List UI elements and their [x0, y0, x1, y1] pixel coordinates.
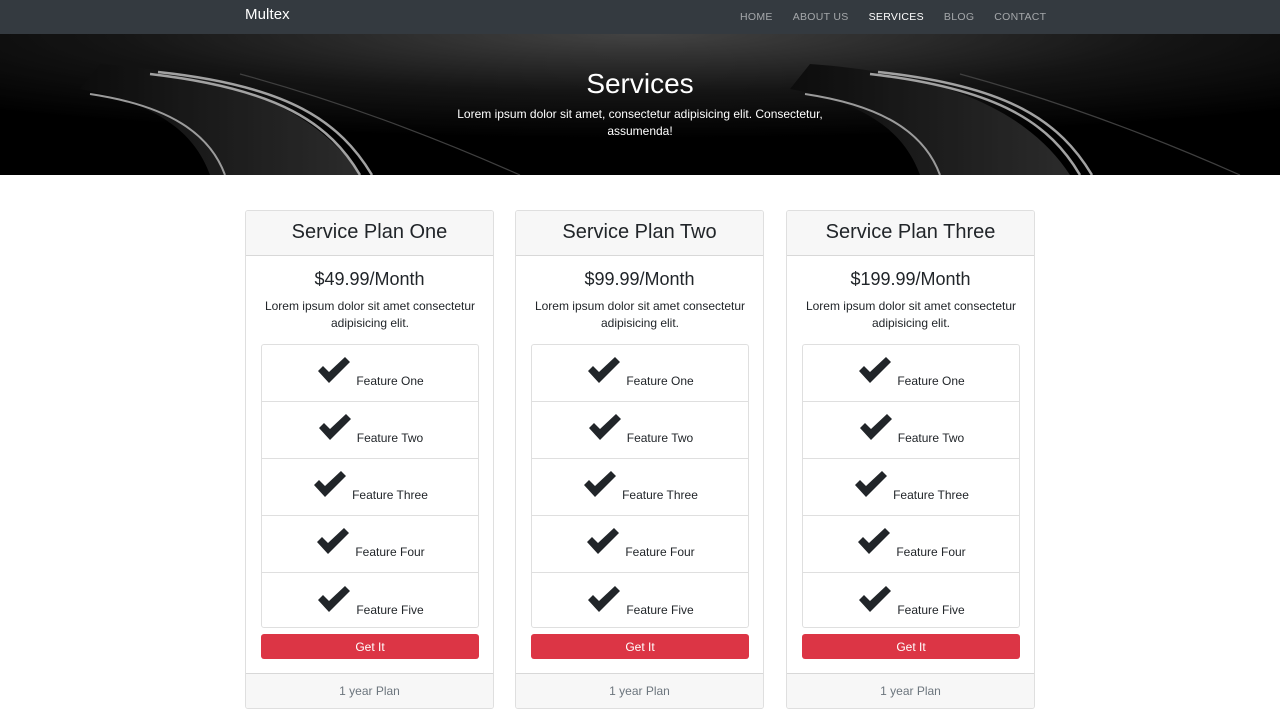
feature-label: Feature Four [625, 545, 695, 559]
page-title: Services [586, 68, 694, 99]
plan-price: $49.99/Month [314, 269, 425, 289]
nav-link-blog[interactable]: BLOG [934, 11, 984, 23]
feature-item: Feature Five [803, 573, 1019, 630]
nav-links: HOME ABOUT US SERVICES BLOG CONTACT [730, 0, 1056, 34]
plan-price: $199.99/Month [850, 269, 971, 289]
check-icon [587, 528, 620, 554]
check-icon [588, 414, 621, 440]
nav-link-home[interactable]: HOME [730, 11, 783, 23]
plan-title: Service Plan One [291, 221, 448, 243]
feature-label: Feature Three [893, 488, 969, 502]
feature-label: Feature Two [356, 431, 424, 445]
feature-item: Feature Three [532, 459, 748, 516]
plan-footer: 1 year Plan [516, 673, 763, 708]
navbar: Multex HOME ABOUT US SERVICES BLOG CONTA… [0, 0, 1280, 34]
feature-list: Feature One Feature Two Feature Three Fe… [802, 344, 1020, 628]
feature-item: Feature Two [532, 402, 748, 459]
feature-item: Feature One [262, 345, 478, 402]
plan-card-three: Service Plan Three $199.99/Month Lorem i… [786, 210, 1035, 709]
feature-item: Feature Two [262, 402, 478, 459]
get-it-button[interactable]: Get It [531, 634, 749, 659]
plan-footer: 1 year Plan [787, 673, 1034, 708]
feature-item: Feature Three [262, 459, 478, 516]
feature-label: Feature One [626, 374, 694, 388]
check-icon [588, 585, 621, 612]
hero-banner: Services Lorem ipsum dolor sit amet, con… [0, 34, 1280, 175]
plan-card-header: Service Plan One [246, 211, 493, 256]
check-icon [317, 528, 350, 554]
plan-title: Service Plan Two [562, 221, 717, 243]
road-background-image [0, 34, 1280, 175]
check-icon [859, 585, 892, 612]
feature-item: Feature Four [803, 516, 1019, 573]
feature-label: Feature Four [896, 545, 966, 559]
check-icon [584, 471, 617, 497]
plan-description: Lorem ipsum dolor sit amet consectetur a… [805, 299, 1017, 330]
feature-label: Feature Three [352, 488, 428, 502]
feature-item: Feature Four [532, 516, 748, 573]
feature-list: Feature One Feature Two Feature Three Fe… [531, 344, 749, 628]
plan-description: Lorem ipsum dolor sit amet consectetur a… [534, 299, 746, 330]
feature-item: Feature Five [262, 573, 478, 630]
feature-label: Feature Three [622, 488, 698, 502]
check-icon [859, 414, 892, 440]
hero-description: Lorem ipsum dolor sit amet, consectetur … [457, 107, 823, 138]
plan-card-header: Service Plan Three [787, 211, 1034, 256]
plan-description: Lorem ipsum dolor sit amet consectetur a… [264, 299, 476, 330]
plan-card-header: Service Plan Two [516, 211, 763, 256]
feature-label: Feature Five [626, 602, 694, 617]
check-icon [588, 357, 621, 383]
check-icon [859, 357, 892, 383]
feature-label: Feature Five [897, 602, 965, 617]
feature-list: Feature One Feature Two Feature Three Fe… [261, 344, 479, 628]
check-icon [318, 357, 351, 383]
nav-link-about-us[interactable]: ABOUT US [783, 11, 859, 23]
nav-link-services[interactable]: SERVICES [859, 11, 934, 23]
feature-label: Feature One [897, 374, 965, 388]
brand-logo[interactable]: Multex [245, 6, 290, 23]
plan-footer: 1 year Plan [246, 673, 493, 708]
check-icon [314, 471, 347, 497]
plan-title: Service Plan Three [825, 221, 996, 243]
plan-price: $99.99/Month [584, 269, 695, 289]
nav-link-contact[interactable]: CONTACT [984, 11, 1056, 23]
feature-item: Feature One [803, 345, 1019, 402]
get-it-button[interactable]: Get It [802, 634, 1020, 659]
feature-item: Feature Two [803, 402, 1019, 459]
check-icon [318, 414, 351, 440]
check-icon [318, 585, 351, 612]
feature-label: Feature Two [626, 431, 694, 445]
feature-item: Feature Four [262, 516, 478, 573]
feature-item: Feature Five [532, 573, 748, 630]
feature-label: Feature One [356, 374, 424, 388]
feature-item: Feature One [532, 345, 748, 402]
get-it-button[interactable]: Get It [261, 634, 479, 659]
feature-label: Feature Two [897, 431, 965, 445]
feature-label: Feature Four [355, 545, 425, 559]
feature-label: Feature Five [356, 602, 424, 617]
check-icon [855, 471, 888, 497]
plan-card-two: Service Plan Two $99.99/Month Lorem ipsu… [515, 210, 764, 709]
check-icon [858, 528, 891, 554]
feature-item: Feature Three [803, 459, 1019, 516]
plan-card-one: Service Plan One $49.99/Month Lorem ipsu… [245, 210, 494, 709]
